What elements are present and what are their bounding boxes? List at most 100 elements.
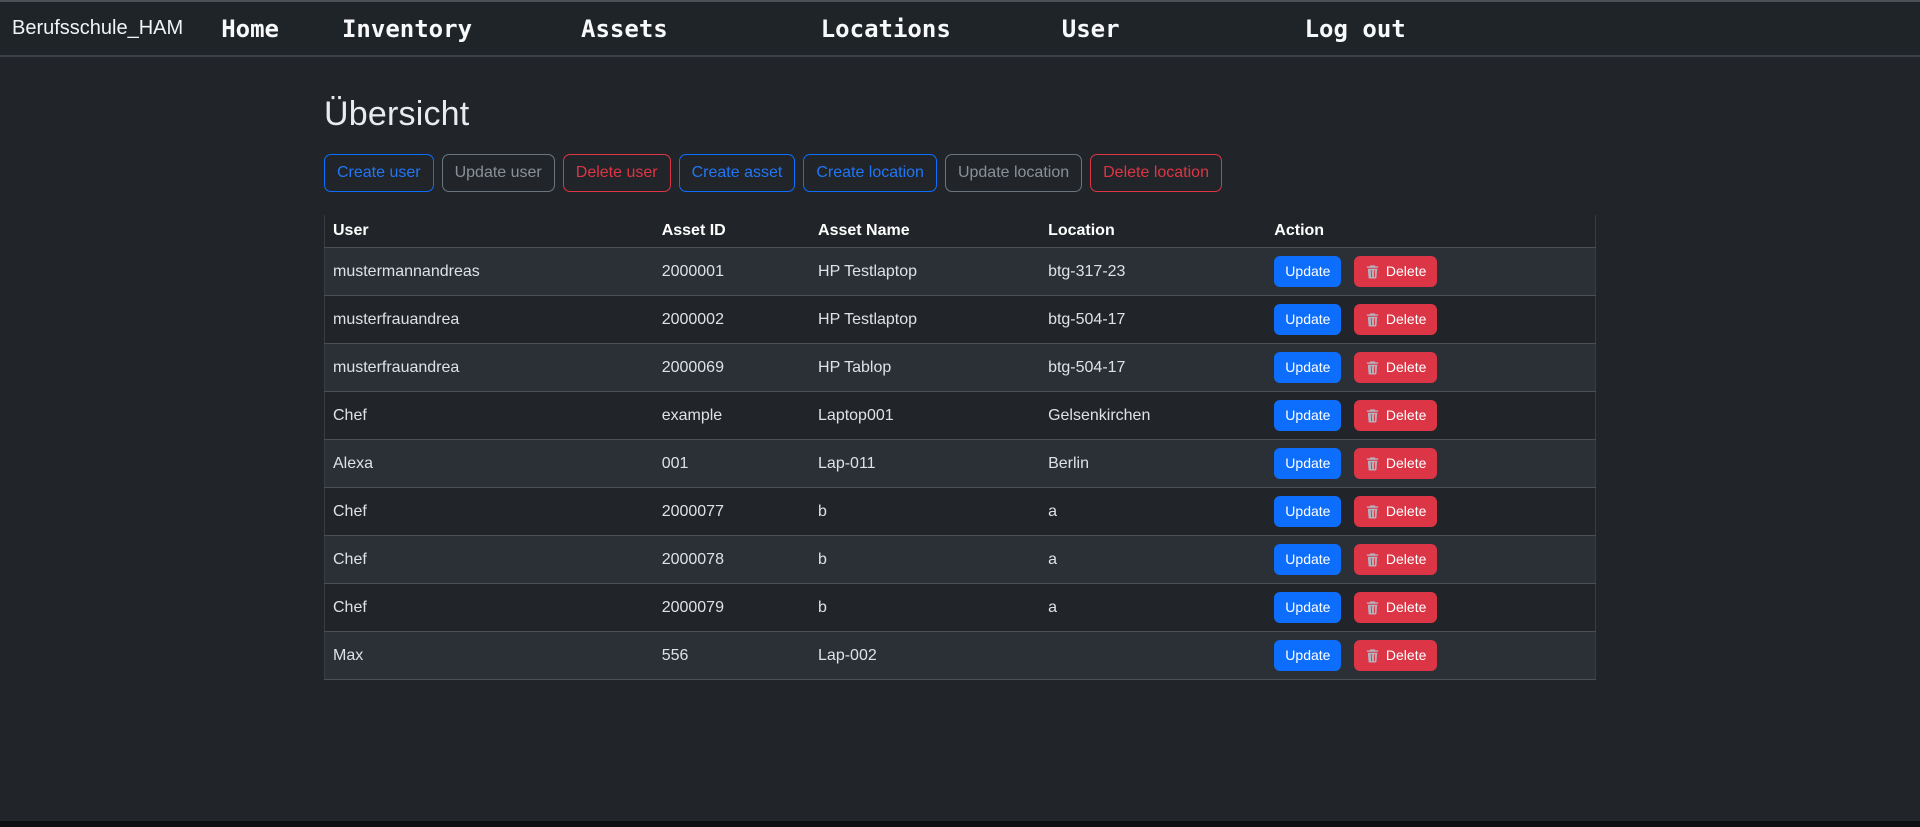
update-button[interactable]: Update xyxy=(1274,256,1341,287)
toolbar: Create userUpdate userDelete userCreate … xyxy=(324,154,1596,192)
update-button[interactable]: Update xyxy=(1274,544,1341,575)
cell-action: Update Delete xyxy=(1266,392,1595,440)
toolbar-button-delete-user[interactable]: Delete user xyxy=(563,154,671,192)
bottom-edge-strip xyxy=(0,821,1920,827)
page-title: Übersicht xyxy=(324,95,1596,134)
table-row: Chef 2000078 b a Update Delete xyxy=(325,536,1596,584)
delete-button[interactable]: Delete xyxy=(1354,544,1437,575)
delete-button[interactable]: Delete xyxy=(1354,448,1437,479)
trash-icon xyxy=(1365,408,1380,423)
top-navbar: Berufsschule_HAM Home Inventory Assets Loca… xyxy=(0,0,1920,57)
cell-asset-id: 556 xyxy=(654,632,810,680)
trash-icon xyxy=(1365,552,1380,567)
toolbar-button-create-user[interactable]: Create user xyxy=(324,154,434,192)
nav-link-assets[interactable]: Assets xyxy=(581,15,668,43)
toolbar-button-delete-location[interactable]: Delete location xyxy=(1090,154,1222,192)
table-row: Max 556 Lap-002 Update Delete xyxy=(325,632,1596,680)
toolbar-button-update-user[interactable]: Update user xyxy=(442,154,555,192)
nav-item: Log out xyxy=(1305,15,1406,43)
trash-icon xyxy=(1365,648,1380,663)
nav-link-user[interactable]: User xyxy=(1062,15,1120,43)
delete-button-label: Delete xyxy=(1386,405,1426,426)
update-button[interactable]: Update xyxy=(1274,496,1341,527)
cell-asset-name: HP Testlaptop xyxy=(810,296,1040,344)
cell-user: musterfrauandrea xyxy=(325,344,654,392)
assets-table-body: mustermannandreas 2000001 HP Testlaptop … xyxy=(325,248,1596,680)
navbar-brand[interactable]: Berufsschule_HAM xyxy=(12,17,183,40)
table-row: Chef 2000079 b a Update Delete xyxy=(325,584,1596,632)
cell-location xyxy=(1040,632,1266,680)
cell-asset-name: b xyxy=(810,584,1040,632)
navbar-links: Home Inventory Assets Locations User Log out xyxy=(221,15,1406,43)
table-row: musterfrauandrea 2000002 HP Testlaptop b… xyxy=(325,296,1596,344)
delete-button[interactable]: Delete xyxy=(1354,592,1437,623)
delete-button[interactable]: Delete xyxy=(1354,352,1437,383)
main-content: Übersicht Create userUpdate userDelete u… xyxy=(324,95,1596,680)
toolbar-button-create-location[interactable]: Create location xyxy=(803,154,937,192)
table-row: Chef 2000077 b a Update Delete xyxy=(325,488,1596,536)
cell-location: Gelsenkirchen xyxy=(1040,392,1266,440)
header-row: UserAsset IDAsset NameLocationAction xyxy=(325,215,1596,248)
nav-item: User xyxy=(1062,15,1120,43)
cell-user: Max xyxy=(325,632,654,680)
delete-button-label: Delete xyxy=(1386,453,1426,474)
delete-button[interactable]: Delete xyxy=(1354,256,1437,287)
table-row: Alexa 001 Lap-011 Berlin Update Delete xyxy=(325,440,1596,488)
update-button[interactable]: Update xyxy=(1274,592,1341,623)
update-button[interactable]: Update xyxy=(1274,304,1341,335)
cell-action: Update Delete xyxy=(1266,248,1595,296)
nav-link-log-out[interactable]: Log out xyxy=(1305,15,1406,43)
nav-item: Locations xyxy=(821,15,951,43)
delete-button-label: Delete xyxy=(1386,597,1426,618)
column-header-asset-name: Asset Name xyxy=(810,215,1040,248)
cell-location: a xyxy=(1040,536,1266,584)
update-button[interactable]: Update xyxy=(1274,352,1341,383)
update-button[interactable]: Update xyxy=(1274,640,1341,671)
cell-location: btg-504-17 xyxy=(1040,296,1266,344)
cell-action: Update Delete xyxy=(1266,344,1595,392)
nav-link-locations[interactable]: Locations xyxy=(821,15,951,43)
nav-item: Inventory xyxy=(342,15,472,43)
cell-asset-name: Lap-002 xyxy=(810,632,1040,680)
delete-button-label: Delete xyxy=(1386,549,1426,570)
delete-button-label: Delete xyxy=(1386,261,1426,282)
delete-button-label: Delete xyxy=(1386,501,1426,522)
cell-location: a xyxy=(1040,584,1266,632)
cell-user: Chef xyxy=(325,392,654,440)
delete-button-label: Delete xyxy=(1386,645,1426,666)
delete-button[interactable]: Delete xyxy=(1354,640,1437,671)
column-header-action: Action xyxy=(1266,215,1595,248)
toolbar-button-update-location[interactable]: Update location xyxy=(945,154,1082,192)
toolbar-button-create-asset[interactable]: Create asset xyxy=(679,154,796,192)
table-row: musterfrauandrea 2000069 HP Tablop btg-5… xyxy=(325,344,1596,392)
cell-user: Chef xyxy=(325,584,654,632)
cell-location: a xyxy=(1040,488,1266,536)
delete-button[interactable]: Delete xyxy=(1354,304,1437,335)
cell-user: Alexa xyxy=(325,440,654,488)
cell-user: musterfrauandrea xyxy=(325,296,654,344)
trash-icon xyxy=(1365,264,1380,279)
cell-asset-id: 2000069 xyxy=(654,344,810,392)
delete-button[interactable]: Delete xyxy=(1354,496,1437,527)
cell-action: Update Delete xyxy=(1266,488,1595,536)
cell-asset-name: HP Tablop xyxy=(810,344,1040,392)
cell-action: Update Delete xyxy=(1266,632,1595,680)
cell-asset-id: 2000079 xyxy=(654,584,810,632)
cell-location: Berlin xyxy=(1040,440,1266,488)
trash-icon xyxy=(1365,360,1380,375)
cell-asset-id: 2000001 xyxy=(654,248,810,296)
assets-table: UserAsset IDAsset NameLocationAction mus… xyxy=(324,215,1596,680)
update-button[interactable]: Update xyxy=(1274,448,1341,479)
cell-action: Update Delete xyxy=(1266,536,1595,584)
cell-user: mustermannandreas xyxy=(325,248,654,296)
nav-link-home[interactable]: Home xyxy=(221,15,279,43)
cell-action: Update Delete xyxy=(1266,440,1595,488)
trash-icon xyxy=(1365,600,1380,615)
cell-location: btg-317-23 xyxy=(1040,248,1266,296)
table-row: Chef example Laptop001 Gelsenkirchen Upd… xyxy=(325,392,1596,440)
delete-button[interactable]: Delete xyxy=(1354,400,1437,431)
cell-action: Update Delete xyxy=(1266,584,1595,632)
cell-asset-name: Laptop001 xyxy=(810,392,1040,440)
update-button[interactable]: Update xyxy=(1274,400,1341,431)
nav-link-inventory[interactable]: Inventory xyxy=(342,15,472,43)
